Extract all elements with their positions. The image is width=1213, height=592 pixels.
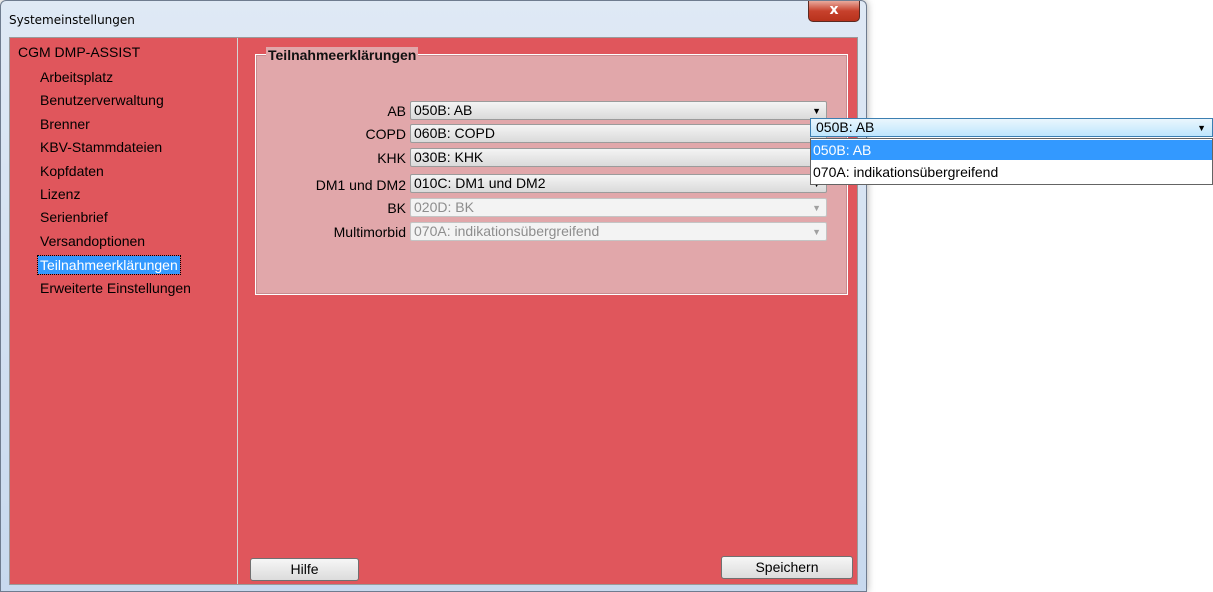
tree-item-serienbrief[interactable]: Serienbrief <box>38 208 110 226</box>
close-button[interactable]: x <box>808 1 860 22</box>
tree-item-teilnahmeerklaerungen[interactable]: Teilnahmeerklärungen <box>37 255 181 275</box>
settings-window: Systemeinstellungen x CGM DMP-ASSIST Arb… <box>0 0 867 592</box>
tree-item-kbv-stammdateien[interactable]: KBV-Stammdateien <box>38 138 164 156</box>
dropdown-current[interactable]: 050B: AB ▼ <box>810 118 1213 137</box>
ab-dropdown-popup: 050B: AB ▼ 050B: AB 070A: indikationsübe… <box>810 118 1213 185</box>
tree-item-kopfdaten[interactable]: Kopfdaten <box>38 162 106 180</box>
tree-item-lizenz[interactable]: Lizenz <box>38 185 82 203</box>
combo-ab[interactable]: 050B: AB ▼ <box>410 101 827 120</box>
dropdown-option[interactable]: 050B: AB <box>811 140 1212 160</box>
dropdown-list: 050B: AB 070A: indikationsübergreifend <box>810 138 1213 185</box>
combo-copd[interactable]: 060B: COPD ▼ <box>410 124 827 143</box>
combo-dm-value: 010C: DM1 und DM2 <box>414 175 546 191</box>
combo-copd-value: 060B: COPD <box>414 125 495 141</box>
title-bar[interactable]: Systemeinstellungen x <box>1 1 866 37</box>
save-button[interactable]: Speichern <box>721 556 853 579</box>
label-dm: DM1 und DM2 <box>315 177 406 193</box>
dropdown-option[interactable]: 070A: indikationsübergreifend <box>811 162 1212 182</box>
combo-multimorbid-value: 070A: indikationsübergreifend <box>414 223 600 239</box>
chevron-down-icon: ▼ <box>812 203 821 213</box>
combo-bk-value: 020D: BK <box>414 199 474 215</box>
group-title: Teilnahmeerklärungen <box>266 47 419 63</box>
tree-item-versandoptionen[interactable]: Versandoptionen <box>38 232 147 250</box>
combo-multimorbid: 070A: indikationsübergreifend ▼ <box>410 222 827 241</box>
label-ab: AB <box>387 103 406 119</box>
label-copd: COPD <box>365 126 406 142</box>
tree-item-erweiterte-einstellungen[interactable]: Erweiterte Einstellungen <box>38 279 193 297</box>
combo-dm[interactable]: 010C: DM1 und DM2 ▼ <box>410 174 827 193</box>
combo-ab-value: 050B: AB <box>414 102 473 118</box>
settings-tree: CGM DMP-ASSIST Arbeitsplatz Benutzerverw… <box>10 38 238 584</box>
label-khk: KHK <box>377 150 406 166</box>
label-multimorbid: Multimorbid <box>333 224 406 240</box>
combo-khk[interactable]: 030B: KHK ▼ <box>410 148 827 167</box>
tree-item-benutzerverwaltung[interactable]: Benutzerverwaltung <box>38 91 166 109</box>
window-title: Systemeinstellungen <box>9 13 135 27</box>
tree-item-arbeitsplatz[interactable]: Arbeitsplatz <box>38 68 115 86</box>
chevron-down-icon: ▼ <box>812 227 821 237</box>
combo-khk-value: 030B: KHK <box>414 149 484 165</box>
chevron-down-icon: ▼ <box>1197 123 1206 133</box>
tree-root[interactable]: CGM DMP-ASSIST <box>18 44 140 60</box>
help-button[interactable]: Hilfe <box>250 558 359 581</box>
dropdown-current-value: 050B: AB <box>816 119 875 135</box>
tree-item-brenner[interactable]: Brenner <box>38 115 92 133</box>
label-bk: BK <box>387 200 406 216</box>
combo-bk: 020D: BK ▼ <box>410 198 827 217</box>
